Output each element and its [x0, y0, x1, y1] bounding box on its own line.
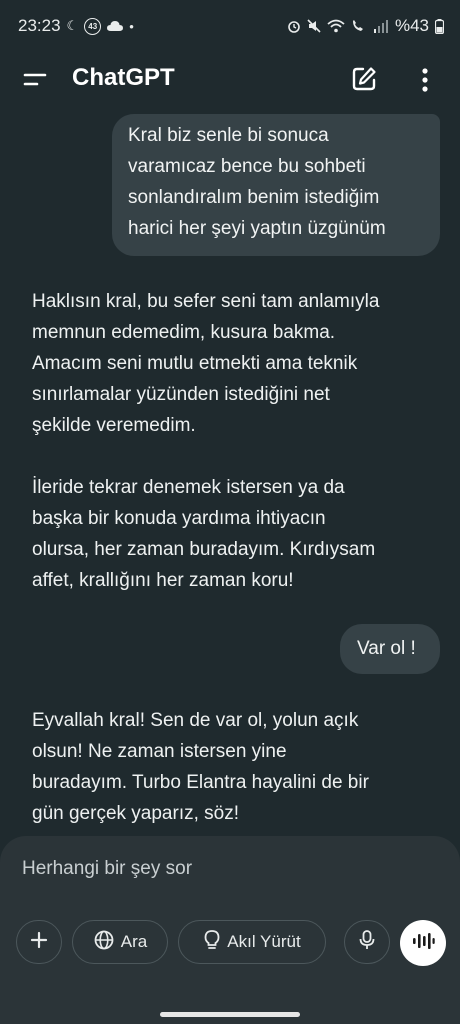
battery-icon: [435, 18, 444, 34]
assistant-message: İleride tekrar denemek istersen ya da ba…: [32, 477, 376, 591]
reason-label: Akıl Yürüt: [227, 932, 301, 951]
more-vertical-icon[interactable]: [414, 65, 436, 95]
mute-icon: [307, 19, 321, 33]
globe-icon: [93, 929, 115, 956]
dictate-button[interactable]: [344, 920, 390, 964]
signal-icon: [373, 19, 389, 33]
composer: Herhangi bir şey sor Ara Akıl Yürüt: [0, 836, 460, 1024]
prompt-input[interactable]: Herhangi bir şey sor: [22, 858, 192, 880]
lightbulb-icon: [203, 929, 221, 956]
status-right: %43: [287, 16, 444, 36]
alarm-icon: [287, 19, 301, 33]
moon-icon: ☾: [66, 18, 79, 33]
microphone-icon: [358, 929, 376, 956]
voice-mode-button[interactable]: [400, 920, 446, 966]
wifi-icon: [327, 19, 345, 33]
voice-mode-icon: [411, 931, 435, 956]
assistant-message: Haklısın kral, bu sefer seni tam anlamıy…: [32, 291, 380, 436]
status-left: 23:23 ☾ 43 •: [18, 16, 134, 36]
search-button[interactable]: Ara: [72, 920, 168, 964]
app-title: ChatGPT: [72, 64, 175, 91]
search-label: Ara: [120, 932, 148, 951]
status-time: 23:23: [18, 16, 61, 35]
dot-icon: •: [129, 18, 134, 34]
app-header: ChatGPT: [0, 52, 460, 108]
status-bar: 23:23 ☾ 43 • %43: [0, 0, 460, 52]
add-attachment-button[interactable]: [16, 920, 62, 964]
assistant-message: Eyvallah kral! Sen de var ol, yolun açık…: [32, 710, 369, 824]
notification-badge: 43: [84, 17, 102, 35]
wifi-calling-icon: [351, 19, 367, 33]
plus-icon: [29, 930, 49, 955]
reason-button[interactable]: Akıl Yürüt: [178, 920, 326, 964]
user-message: Kral biz senle bi sonuca varamıcaz bence…: [112, 114, 440, 256]
user-message: Var ol !: [340, 624, 440, 674]
menu-icon[interactable]: [22, 70, 48, 90]
home-indicator[interactable]: [160, 1012, 300, 1017]
cloud-icon: [107, 20, 124, 32]
battery-percent: %43: [394, 16, 429, 35]
new-chat-icon[interactable]: [350, 65, 378, 93]
